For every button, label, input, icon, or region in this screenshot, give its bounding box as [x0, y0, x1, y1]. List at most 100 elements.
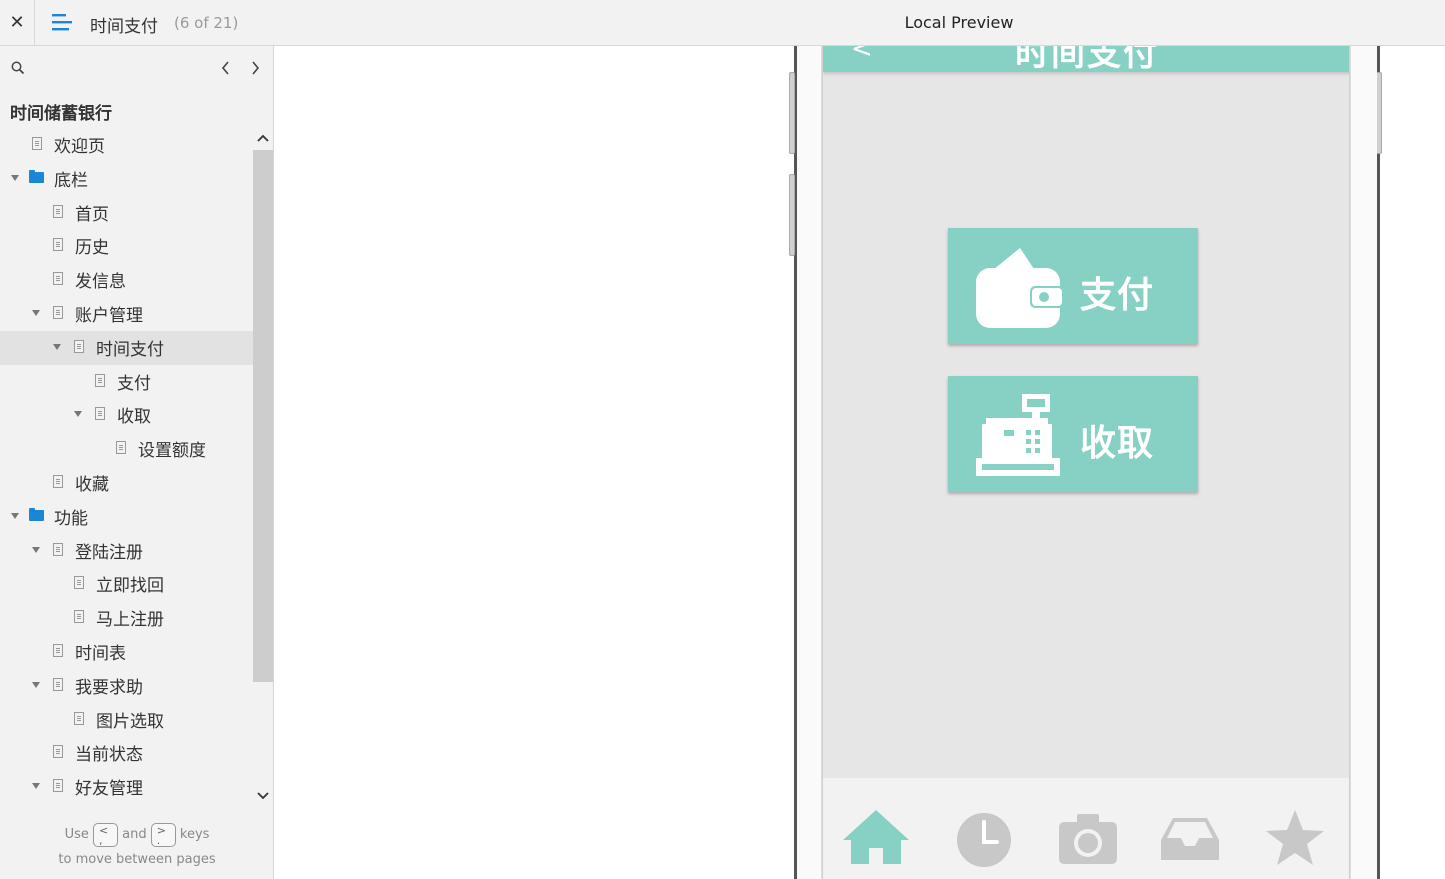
page-icon	[53, 677, 63, 691]
sidebar-item-4[interactable]: 发信息	[0, 263, 253, 297]
volume-down-button	[789, 174, 795, 256]
page-icon	[116, 441, 126, 455]
collect-button[interactable]: 收取	[948, 376, 1198, 492]
sidebar-item-label: 功能	[54, 508, 88, 529]
sidebar-item-label: 发信息	[75, 272, 126, 293]
sidebar-item-label: 时间支付	[96, 339, 164, 360]
next-page-icon[interactable]	[246, 58, 266, 78]
sidebar-item-0[interactable]: 欢迎页	[0, 128, 253, 162]
page-icon	[53, 542, 63, 556]
sidebar-item-12[interactable]: 登陆注册	[0, 534, 253, 568]
prev-key-icon: < ,	[93, 822, 118, 847]
folder-icon	[29, 169, 44, 183]
sidebar-item-label: 图片选取	[96, 711, 164, 732]
sidebar-item-13[interactable]: 立即找回	[0, 567, 253, 601]
scrollbar-thumb[interactable]	[253, 150, 273, 682]
page-icon	[53, 272, 63, 286]
app-header-title: 时间支付	[1015, 46, 1159, 72]
sidebar-item-label: 登陆注册	[75, 542, 143, 563]
sidebar-item-label: 立即找回	[96, 576, 164, 597]
page-icon	[74, 339, 84, 353]
hint-keys: keys	[179, 827, 210, 842]
page-icon	[95, 373, 105, 387]
pay-button-label: 支付	[1080, 275, 1155, 316]
sidebar-item-5[interactable]: 账户管理	[0, 297, 253, 331]
sidebar-item-10[interactable]: 收藏	[0, 466, 253, 500]
sidebar-item-11[interactable]: 功能	[0, 500, 253, 534]
menu-icon[interactable]	[50, 12, 74, 34]
clock-icon[interactable]	[949, 808, 1019, 868]
sidebar-item-7[interactable]: 支付	[0, 365, 253, 399]
sidebar-item-6[interactable]: 时间支付	[0, 330, 253, 365]
collect-button-label: 收取	[1080, 423, 1155, 464]
volume-up-button	[789, 72, 795, 154]
expand-caret-icon[interactable]	[32, 309, 40, 316]
star-icon[interactable]	[1260, 808, 1330, 868]
sidebar-item-label: 我要求助	[75, 677, 143, 698]
sidebar-item-label: 当前状态	[75, 745, 143, 766]
expand-caret-icon[interactable]	[74, 411, 82, 418]
close-button[interactable]: ✕	[0, 0, 35, 45]
folder-icon	[29, 507, 44, 521]
sidebar-item-18[interactable]: 当前状态	[0, 736, 253, 770]
sidebar-item-17[interactable]: 图片选取	[0, 703, 253, 737]
page-count: (6 of 21)	[174, 14, 239, 32]
sidebar-item-label: 历史	[75, 238, 109, 259]
phone-bezel-right	[1350, 46, 1377, 879]
project-title: 时间储蓄银行	[10, 104, 112, 124]
page-icon	[74, 711, 84, 725]
previous-page-icon[interactable]	[216, 58, 236, 78]
sidebar-item-8[interactable]: 收取	[0, 398, 253, 432]
home-icon[interactable]	[841, 808, 911, 868]
hint-line2: to move between pages	[58, 852, 216, 867]
sidebar-item-label: 支付	[117, 373, 151, 394]
sidebar-item-9[interactable]: 设置额度	[0, 432, 253, 466]
expand-caret-icon[interactable]	[32, 681, 40, 688]
hint-and: and	[122, 827, 147, 842]
page-icon	[53, 204, 63, 218]
current-page-name: 时间支付	[90, 17, 158, 37]
sidebar: 时间储蓄银行 欢迎页底栏首页历史发信息账户管理时间支付支付收取设置额度收藏功能登…	[0, 46, 274, 879]
phone-screen: < 时间支付 支付 收取	[822, 46, 1350, 879]
sidebar-item-label: 好友管理	[75, 779, 143, 800]
search-icon[interactable]	[10, 60, 26, 76]
phone-bezel-left	[797, 46, 822, 879]
sidebar-item-label: 收藏	[75, 474, 109, 495]
page-icon	[53, 305, 63, 319]
sidebar-item-19[interactable]: 好友管理	[0, 770, 253, 804]
expand-caret-icon[interactable]	[53, 343, 61, 350]
scroll-up-icon[interactable]	[257, 130, 269, 142]
page-icon	[53, 643, 63, 657]
preview-title: Local Preview	[904, 13, 1014, 32]
sidebar-item-2[interactable]: 首页	[0, 196, 253, 230]
sidebar-item-14[interactable]: 马上注册	[0, 601, 253, 635]
hint-use: Use	[64, 827, 89, 842]
sidebar-item-1[interactable]: 底栏	[0, 162, 253, 196]
sidebar-item-label: 欢迎页	[54, 137, 105, 157]
sidebar-item-label: 收取	[117, 407, 151, 428]
sidebar-scrollbar[interactable]	[253, 130, 273, 806]
sidebar-item-16[interactable]: 我要求助	[0, 669, 253, 703]
inbox-icon[interactable]	[1155, 808, 1225, 868]
sidebar-item-3[interactable]: 历史	[0, 229, 253, 263]
sidebar-item-label: 时间表	[75, 643, 126, 664]
preview-title-area: Local Preview	[474, 0, 1444, 45]
sidebar-item-label: 底栏	[54, 170, 88, 191]
camera-icon[interactable]	[1053, 808, 1123, 868]
scroll-down-icon[interactable]	[257, 786, 269, 800]
expand-caret-icon[interactable]	[32, 783, 40, 790]
expand-caret-icon[interactable]	[11, 174, 19, 181]
cash-register-icon	[974, 390, 1064, 480]
expand-caret-icon[interactable]	[32, 546, 40, 553]
page-tree: 欢迎页底栏首页历史发信息账户管理时间支付支付收取设置额度收藏功能登陆注册立即找回…	[0, 128, 253, 804]
sidebar-item-label: 马上注册	[96, 610, 164, 631]
pay-button[interactable]: 支付	[948, 228, 1198, 344]
sidebar-item-label: 账户管理	[75, 305, 143, 326]
page-icon	[74, 610, 84, 624]
page-icon	[32, 137, 42, 150]
expand-caret-icon[interactable]	[11, 512, 19, 519]
page-icon	[53, 779, 63, 793]
sidebar-item-15[interactable]: 时间表	[0, 635, 253, 669]
top-bar: ✕ 时间支付 (6 of 21) Local Preview	[0, 0, 1445, 46]
page-icon	[53, 238, 63, 252]
